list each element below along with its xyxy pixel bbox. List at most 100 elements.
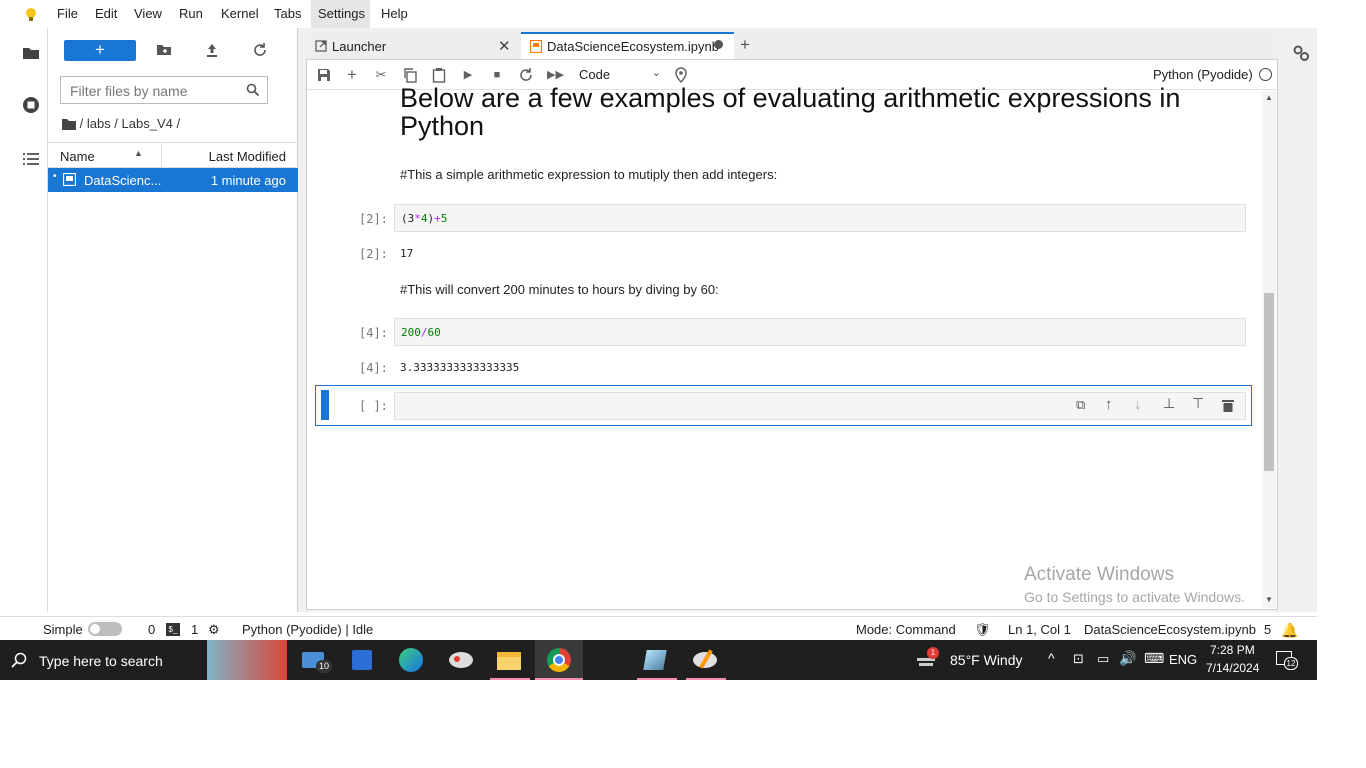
- insert-cell-icon[interactable]: +: [344, 66, 360, 83]
- weather-icon[interactable]: 1: [917, 647, 939, 668]
- network-icon[interactable]: ⌨: [1144, 650, 1164, 667]
- duplicate-cell-icon[interactable]: ⧉: [1076, 397, 1085, 413]
- breadcrumb-path[interactable]: / labs / Labs_V4 /: [80, 116, 180, 131]
- app-running-indicator-1: [637, 678, 677, 680]
- volume-icon[interactable]: 🔊: [1119, 650, 1136, 667]
- notebook-mode[interactable]: Mode: Command: [856, 622, 956, 637]
- cut-icon[interactable]: ✂: [373, 67, 389, 83]
- search-highlight-image: [207, 640, 287, 680]
- tab-launcher[interactable]: Launcher ✕: [306, 32, 519, 59]
- menu-file[interactable]: File: [57, 6, 78, 21]
- home-folder-icon[interactable]: [62, 118, 76, 130]
- code-cell-3[interactable]: [394, 392, 1246, 420]
- language-indicator[interactable]: ENG: [1169, 652, 1197, 667]
- action-center-icon[interactable]: 12: [1276, 650, 1298, 670]
- copy-icon[interactable]: [402, 67, 418, 83]
- toggle-knob: [90, 624, 100, 634]
- property-inspector-gear-icon[interactable]: [1292, 44, 1310, 62]
- column-name[interactable]: Name: [60, 149, 95, 164]
- tab-launcher-label: Launcher: [332, 39, 387, 54]
- clock-date[interactable]: 7/14/2024: [1206, 661, 1259, 675]
- pin-icon[interactable]: [673, 67, 689, 83]
- notebook-scrollbar[interactable]: ▲ ▼: [1262, 91, 1276, 608]
- simple-mode-toggle[interactable]: [88, 622, 122, 636]
- chrome-browser-icon[interactable]: [546, 648, 572, 672]
- fast-forward-icon[interactable]: ▶▶: [547, 67, 564, 83]
- insert-below-icon[interactable]: ⊤: [1192, 395, 1204, 412]
- paint-3d-icon[interactable]: [692, 648, 718, 672]
- cell-type-value: Code: [579, 67, 611, 82]
- table-of-contents-icon[interactable]: [22, 150, 40, 168]
- running-stop-icon[interactable]: [22, 96, 40, 114]
- cursor-position[interactable]: Ln 1, Col 1: [1008, 622, 1071, 637]
- refresh-icon[interactable]: [252, 42, 268, 58]
- file-list-item[interactable]: • DataScienc... 1 minute ago: [48, 168, 298, 192]
- upload-icon[interactable]: [204, 42, 220, 58]
- launcher-icon: [315, 40, 327, 52]
- terminals-count[interactable]: 0: [148, 622, 155, 637]
- input-prompt-1: [2]:: [359, 212, 388, 226]
- kernel-name[interactable]: Python (Pyodide): [1153, 67, 1253, 82]
- scroll-up-arrow-icon[interactable]: ▲: [1265, 93, 1273, 102]
- clock-time[interactable]: 7:28 PM: [1210, 643, 1255, 657]
- weather-badge: 1: [927, 647, 939, 659]
- notification-count: 5: [1264, 622, 1272, 637]
- active-cell[interactable]: [ ]: ⧉ ↑ ↓ ⊥ ⊤: [315, 385, 1252, 426]
- store-app-icon[interactable]: [350, 648, 376, 672]
- column-last-modified[interactable]: Last Modified: [209, 149, 286, 164]
- menu-settings[interactable]: Settings: [318, 6, 365, 21]
- mail-app-icon[interactable]: 10: [302, 648, 332, 673]
- scroll-down-arrow-icon[interactable]: ▼: [1265, 595, 1273, 604]
- breadcrumb: / labs / Labs_V4 /: [62, 116, 180, 131]
- edge-browser-icon[interactable]: [398, 648, 424, 672]
- menu-run[interactable]: Run: [179, 6, 203, 21]
- stop-icon[interactable]: ■: [489, 67, 505, 83]
- sort-asc-icon: ▲: [134, 148, 143, 158]
- menu-kernel[interactable]: Kernel: [221, 6, 259, 21]
- output-prompt-1: [2]:: [359, 247, 388, 261]
- folder-icon[interactable]: [22, 44, 40, 62]
- save-icon[interactable]: [316, 67, 332, 83]
- paste-icon[interactable]: [431, 67, 447, 83]
- move-up-icon[interactable]: ↑: [1105, 396, 1113, 413]
- kernel-status[interactable]: Python (Pyodide) | Idle: [242, 622, 373, 637]
- run-icon[interactable]: ▶: [460, 67, 476, 83]
- kernels-count[interactable]: 1: [191, 622, 198, 637]
- jupyter-logo-icon: [26, 8, 36, 21]
- kernel-chip-icon: ⚙: [208, 622, 220, 637]
- search-icon: [246, 83, 260, 97]
- search-icon: [11, 652, 27, 668]
- activate-windows-subtitle: Go to Settings to activate Windows.: [1024, 589, 1245, 605]
- weather-text[interactable]: 85°F Windy: [950, 652, 1023, 668]
- menu-tabs[interactable]: Tabs: [274, 6, 301, 21]
- taskbar-search[interactable]: Type here to search: [39, 653, 163, 669]
- close-icon[interactable]: ✕: [498, 37, 511, 55]
- cell-type-select[interactable]: Code ⌄: [579, 66, 661, 84]
- cell-collapser[interactable]: [321, 390, 329, 420]
- mail-badge: 10: [316, 660, 332, 673]
- code-cell-2[interactable]: 200/60: [394, 318, 1246, 346]
- menu-help[interactable]: Help: [381, 6, 408, 21]
- tray-chevron-up-icon[interactable]: ^: [1048, 650, 1055, 666]
- tab-notebook[interactable]: DataScienceEcosystem.ipynb: [521, 32, 734, 59]
- delete-cell-icon[interactable]: [1222, 399, 1234, 412]
- scrollbar-thumb[interactable]: [1264, 293, 1274, 471]
- code-cell-1[interactable]: (3*4)+5: [394, 204, 1246, 232]
- bell-icon[interactable]: 🔔: [1281, 622, 1298, 639]
- add-tab-icon[interactable]: +: [740, 35, 750, 55]
- windows-taskbar: Type here to search 10 1 85°F Windy ^ ⊡ …: [0, 640, 1317, 680]
- file-filter-input[interactable]: Filter files by name: [60, 76, 268, 104]
- new-folder-icon[interactable]: [156, 42, 172, 58]
- file-explorer-icon[interactable]: [496, 648, 522, 672]
- unsaved-dot-icon[interactable]: [714, 40, 723, 49]
- insert-above-icon[interactable]: ⊥: [1163, 395, 1175, 412]
- new-launcher-button[interactable]: +: [64, 40, 136, 61]
- menu-view[interactable]: View: [134, 6, 162, 21]
- paint-app-icon[interactable]: [448, 648, 474, 672]
- meet-now-icon[interactable]: ⊡: [1073, 651, 1084, 667]
- restart-icon[interactable]: [518, 67, 534, 83]
- move-down-icon[interactable]: ↓: [1134, 396, 1142, 413]
- app-icon-ice[interactable]: [643, 648, 669, 672]
- menu-edit[interactable]: Edit: [95, 6, 117, 21]
- battery-icon[interactable]: ▭: [1097, 651, 1109, 667]
